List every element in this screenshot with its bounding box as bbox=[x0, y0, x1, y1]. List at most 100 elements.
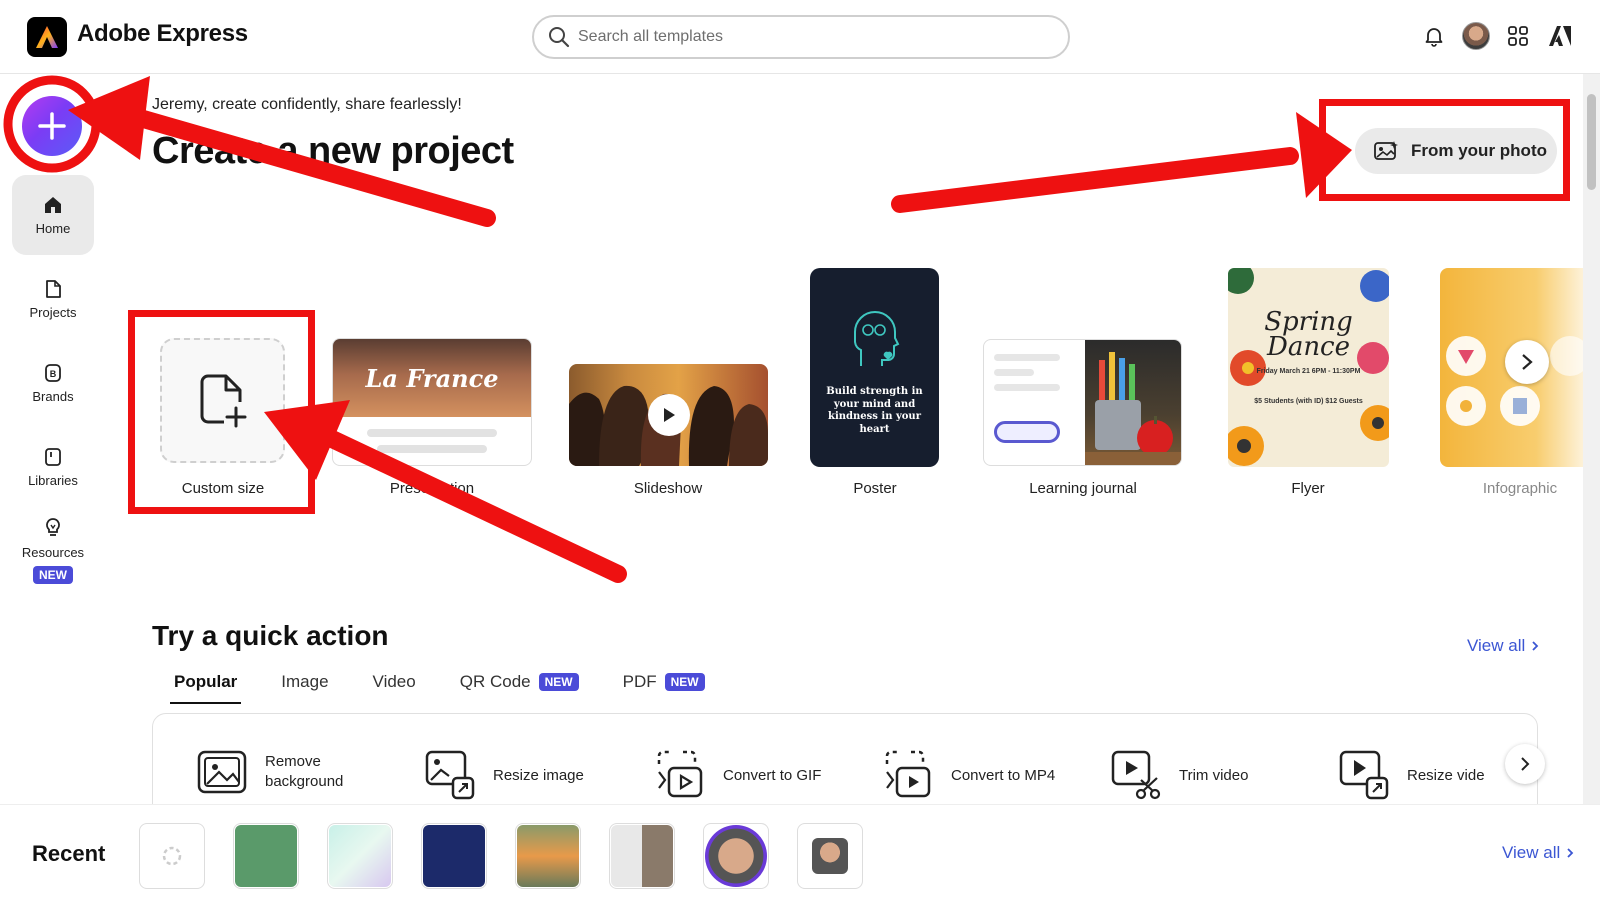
bell-icon bbox=[1425, 28, 1443, 47]
new-badge: NEW bbox=[538, 673, 579, 691]
tab-label: Image bbox=[281, 672, 329, 691]
template-slideshow[interactable] bbox=[569, 364, 768, 466]
tab-label: Popular bbox=[174, 672, 238, 691]
quick-action-convert-to-mp4[interactable]: Convert to MP4 bbox=[883, 750, 1055, 800]
quick-action-view-all-link[interactable]: View all bbox=[1467, 636, 1539, 656]
greeting-text: Jeremy, create confidently, share fearle… bbox=[152, 96, 462, 113]
quick-action-title: Try a quick action bbox=[152, 620, 389, 651]
thumb-pill bbox=[994, 421, 1060, 443]
template-label[interactable]: Learning journal bbox=[1029, 480, 1137, 497]
rail-item-label: Home bbox=[35, 220, 71, 236]
apps-button[interactable] bbox=[1504, 22, 1532, 50]
photo-sparkle-icon bbox=[1374, 141, 1398, 160]
templates-next-button[interactable] bbox=[1505, 340, 1549, 384]
poster-thumb-text: Build strength in your mind and kindness… bbox=[826, 386, 923, 435]
home-icon bbox=[45, 196, 61, 213]
pencil-cup-illustration bbox=[1085, 352, 1181, 465]
rail-item-resources[interactable]: Resources NEW bbox=[12, 505, 94, 595]
recent-thumbnail bbox=[329, 825, 391, 887]
recent-item[interactable] bbox=[609, 823, 675, 889]
quick-action-remove-background[interactable]: Remove background bbox=[197, 750, 355, 794]
template-poster[interactable]: Build strength in your mind and kindness… bbox=[810, 268, 939, 467]
create-button[interactable] bbox=[22, 96, 82, 156]
recent-item[interactable] bbox=[703, 823, 769, 889]
from-your-photo-label: From your photo bbox=[1411, 141, 1547, 160]
quick-action-tabs: Popular Image Video QR Code NEW PDF NEW bbox=[152, 672, 727, 704]
quick-action-convert-to-gif[interactable]: Convert to GIF bbox=[655, 750, 821, 800]
quick-action-trim-video[interactable]: Trim video bbox=[1111, 750, 1248, 800]
quick-action-label: Convert to MP4 bbox=[951, 766, 1056, 784]
recent-item[interactable] bbox=[421, 823, 487, 889]
tab-label: PDF bbox=[622, 672, 657, 691]
pencils-apple-photo bbox=[1085, 340, 1181, 465]
presentation-thumb-title: La France bbox=[333, 339, 531, 417]
tab-video[interactable]: Video bbox=[351, 672, 438, 704]
tab-label: QR Code bbox=[459, 672, 531, 691]
template-presentation[interactable]: La France bbox=[332, 338, 532, 466]
plus-icon bbox=[38, 112, 66, 140]
rail-item-label: Resources bbox=[21, 544, 85, 560]
chevron-right-icon bbox=[1567, 848, 1574, 858]
view-all-label: View all bbox=[1467, 636, 1526, 655]
template-flyer[interactable]: Spring Dance Friday March 21 6PM - 11:30… bbox=[1228, 268, 1389, 467]
recent-item[interactable] bbox=[233, 823, 299, 889]
search-input[interactable] bbox=[578, 28, 1038, 46]
convert-gif-icon bbox=[657, 750, 703, 798]
svg-text:B: B bbox=[50, 369, 57, 379]
apps-grid-icon bbox=[1508, 26, 1528, 46]
template-label[interactable]: Custom size bbox=[182, 480, 265, 497]
template-custom-size[interactable] bbox=[160, 338, 285, 463]
tab-label: Video bbox=[372, 672, 416, 691]
adobe-express-logo-icon bbox=[36, 26, 58, 48]
rail-item-home[interactable]: Home bbox=[12, 175, 94, 255]
template-label[interactable]: Infographic bbox=[1483, 480, 1557, 497]
play-button[interactable] bbox=[648, 394, 690, 436]
tab-qr-code[interactable]: QR Code NEW bbox=[438, 672, 601, 704]
new-file-plus-icon bbox=[200, 374, 246, 427]
adobe-button[interactable] bbox=[1546, 22, 1574, 50]
quick-action-resize-image[interactable]: Resize image bbox=[425, 750, 584, 800]
view-all-label: View all bbox=[1502, 843, 1561, 862]
chevron-right-icon bbox=[1521, 757, 1530, 771]
annotation-arrow-shaft bbox=[891, 147, 1299, 213]
recent-item-loading[interactable] bbox=[139, 823, 205, 889]
scrollbar[interactable] bbox=[1583, 74, 1600, 804]
rail-item-label: Libraries bbox=[28, 472, 78, 488]
trim-video-icon bbox=[1111, 750, 1161, 800]
chevron-right-icon bbox=[1522, 354, 1533, 370]
from-your-photo-button[interactable]: From your photo bbox=[1355, 128, 1557, 174]
scrollbar-thumb[interactable] bbox=[1587, 94, 1596, 190]
lightbulb-icon bbox=[46, 517, 60, 536]
tab-pdf[interactable]: PDF NEW bbox=[601, 672, 727, 704]
play-icon bbox=[664, 408, 675, 422]
recent-item[interactable] bbox=[797, 823, 863, 889]
rail-item-libraries[interactable]: Libraries bbox=[12, 427, 94, 507]
quick-action-resize-video[interactable]: Resize video bbox=[1339, 750, 1485, 800]
rail-item-brands[interactable]: B Brands bbox=[12, 343, 94, 423]
rail-item-projects[interactable]: Projects bbox=[12, 259, 94, 339]
template-label[interactable]: Poster bbox=[853, 480, 896, 497]
flyer-thumb-price: $5 Students (with ID) $12 Guests bbox=[1254, 398, 1363, 405]
adobe-express-logo[interactable] bbox=[27, 17, 67, 57]
template-label[interactable]: Flyer bbox=[1291, 480, 1324, 497]
avatar[interactable] bbox=[1462, 22, 1490, 50]
recent-title: Recent bbox=[32, 841, 106, 866]
quick-action-next-button[interactable] bbox=[1505, 744, 1545, 784]
app-name[interactable]: Adobe Express bbox=[77, 20, 248, 48]
new-badge: NEW bbox=[664, 673, 705, 691]
left-rail: Home Projects B Brands Libraries Resourc… bbox=[0, 75, 105, 805]
search-bar[interactable] bbox=[532, 15, 1070, 59]
template-learning-journal[interactable] bbox=[983, 339, 1182, 466]
recent-item[interactable] bbox=[327, 823, 393, 889]
notifications-button[interactable] bbox=[1420, 22, 1448, 50]
template-label[interactable]: Slideshow bbox=[634, 480, 702, 497]
template-label[interactable]: Presentation bbox=[390, 480, 474, 497]
annotation-arrow-head bbox=[1296, 112, 1352, 198]
resize-video-icon bbox=[1339, 750, 1389, 800]
tab-popular[interactable]: Popular bbox=[152, 672, 259, 704]
recent-view-all-link[interactable]: View all bbox=[1502, 843, 1574, 863]
page-title: Create a new project bbox=[152, 130, 514, 172]
tab-image[interactable]: Image bbox=[259, 672, 350, 704]
convert-mp4-icon bbox=[885, 750, 931, 798]
recent-item[interactable] bbox=[515, 823, 581, 889]
